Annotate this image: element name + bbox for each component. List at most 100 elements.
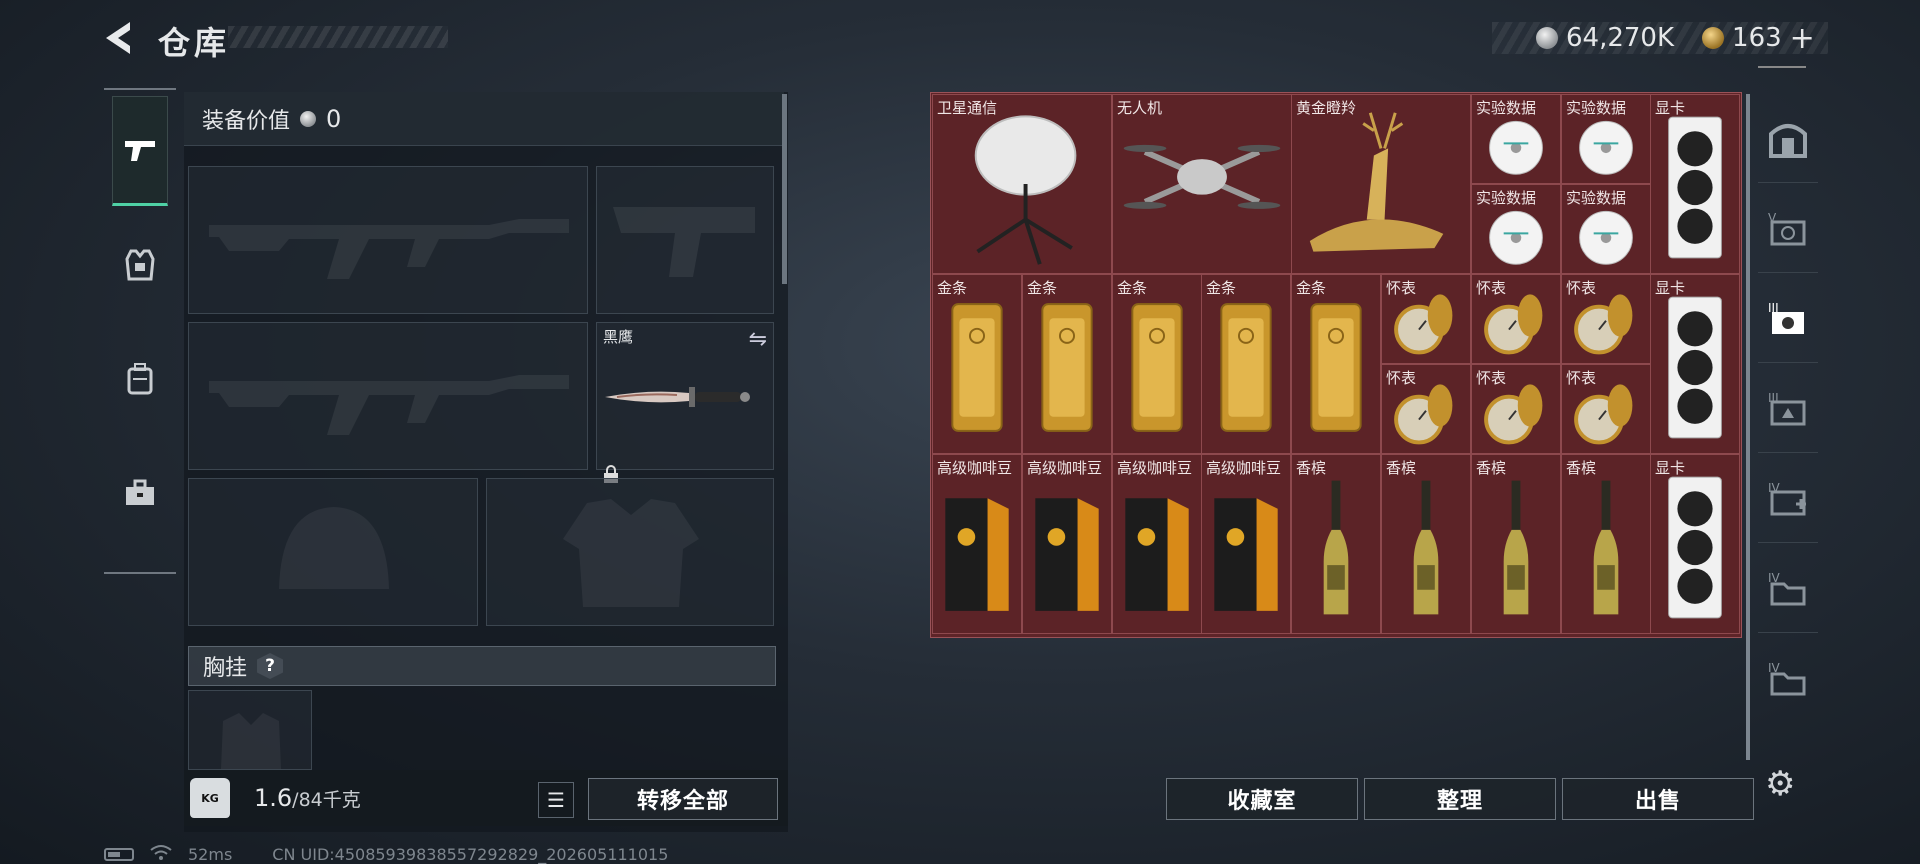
storage-item-champagne[interactable]: 香槟 [1561,454,1651,634]
champagne-icon [1503,480,1529,615]
storage-item-watch[interactable]: 怀表 [1561,274,1651,364]
item-label: 怀表 [1566,279,1597,297]
add-currency-button[interactable]: + [1790,21,1815,56]
toolbox-tab[interactable] [112,438,168,548]
melee-slot[interactable]: 黑鹰 ⇋ [596,322,774,483]
item-label: 金条 [1296,279,1327,297]
chest-rig-slot[interactable] [188,690,312,770]
storage-item-goldbar[interactable]: 金条 [932,274,1022,454]
silver-amount: 64,270K [1566,23,1675,53]
storage-item-satellite[interactable]: 卫星通信 [932,94,1112,274]
item-label: 香槟 [1566,459,1597,477]
storage-item-gazelle[interactable]: 黄金瞪羚 [1291,94,1471,274]
storage-scrollbar[interactable] [1746,94,1750,760]
storage-tab-rail: V III III IV IV IV [1758,92,1818,768]
helmet-silhouette-icon [279,507,389,589]
storage-item-disc[interactable]: 实验数据 [1561,94,1651,184]
storage-item-goldbar[interactable]: 金条 [1112,274,1202,454]
item-label: 黄金瞪羚 [1296,99,1357,117]
item-label: 高级咖啡豆 [937,459,1013,477]
help-icon[interactable]: ? [257,653,284,679]
storage-box-icon: III [1768,391,1806,426]
storage-item-disc[interactable]: 实验数据 [1471,184,1561,274]
storage-item-champagne[interactable]: 香槟 [1291,454,1381,634]
pistol-icon [125,141,155,161]
storage-item-disc[interactable]: 实验数据 [1561,184,1651,274]
storage-item-drone[interactable]: 无人机 [1112,94,1292,274]
drone-icon [1123,144,1281,209]
silver-coin-icon [300,110,317,127]
storage-item-coffee[interactable]: 高级咖啡豆 [1022,454,1112,634]
storage-tab-3[interactable]: III [1758,364,1818,453]
storage-item-champagne[interactable]: 香槟 [1381,454,1471,634]
storage-tab-5[interactable]: IV [1758,544,1818,633]
pistol-slot[interactable] [596,166,774,314]
safe-box-tab[interactable] [1758,94,1818,183]
storage-tab-4[interactable]: IV [1758,454,1818,543]
item-label: 怀表 [1386,369,1417,387]
back-arrow-icon[interactable] [100,18,140,58]
item-label: 实验数据 [1476,189,1537,207]
folder-icon: IV [1768,661,1806,696]
storage-item-champagne[interactable]: 香槟 [1471,454,1561,634]
equipment-category-rail [104,88,176,574]
storage-item-goldbar[interactable]: 金条 [1201,274,1291,454]
storage-item-coffee[interactable]: 高级咖啡豆 [1112,454,1202,634]
storage-item-disc[interactable]: 实验数据 [1471,94,1561,184]
armor-tab[interactable] [112,210,168,320]
body-armor-slot[interactable] [486,478,774,626]
storage-item-gpu[interactable]: 显卡 [1650,274,1740,454]
storage-item-goldbar[interactable]: 金条 [1291,274,1381,454]
sell-button[interactable]: 出售 [1562,778,1754,820]
collection-room-button[interactable]: 收藏室 [1166,778,1358,820]
weight-current: 1.6 [254,784,293,812]
coffee-icon [1125,498,1189,611]
rifle-silhouette-icon [209,219,569,279]
item-label: 高级咖啡豆 [1117,459,1193,477]
storage-tab-6[interactable]: IV [1758,634,1818,722]
storage-box-icon: V [1768,211,1806,246]
gpu-icon [1668,116,1722,259]
storage-item-watch[interactable]: 怀表 [1471,274,1561,364]
storage-tab-1[interactable]: V [1758,184,1818,273]
organize-button[interactable]: 整理 [1364,778,1556,820]
storage-item-coffee[interactable]: 高级咖啡豆 [1201,454,1291,634]
item-label: 香槟 [1476,459,1507,477]
item-label: 金条 [1117,279,1148,297]
storage-item-coffee[interactable]: 高级咖啡豆 [932,454,1022,634]
storage-item-watch[interactable]: 怀表 [1561,364,1651,454]
storage-item-gpu[interactable]: 显卡 [1650,94,1740,274]
list-view-icon[interactable]: ☰ [538,782,574,818]
page-title: 仓库 [158,24,231,62]
backpack-tab[interactable] [112,324,168,434]
item-label: 怀表 [1476,369,1507,387]
storage-tab-2[interactable]: III [1758,274,1818,363]
knife-icon [605,387,750,407]
goldbar-icon [1041,303,1093,432]
wifi-icon [150,844,172,864]
champagne-icon [1323,480,1349,615]
helmet-slot[interactable] [188,478,478,626]
equipment-scrollbar[interactable] [782,94,787,284]
storage-item-watch[interactable]: 怀表 [1381,364,1471,454]
item-label: 高级咖啡豆 [1206,459,1282,477]
goldbar-icon [1131,303,1183,432]
weapon-tab[interactable] [112,96,168,206]
item-label: 实验数据 [1476,99,1537,117]
storage-item-watch[interactable]: 怀表 [1381,274,1471,364]
primary-weapon-slot[interactable] [188,166,588,314]
menu-dash-icon[interactable] [1758,66,1806,68]
settings-gear-icon[interactable]: ⚙ [1765,764,1795,804]
item-label: 高级咖啡豆 [1027,459,1103,477]
item-label: 实验数据 [1566,99,1627,117]
storage-item-watch[interactable]: 怀表 [1471,364,1561,454]
weight-max: /84千克 [292,789,361,811]
storage-item-goldbar[interactable]: 金条 [1022,274,1112,454]
secondary-weapon-slot[interactable] [188,322,588,470]
storage-item-gpu[interactable]: 显卡 [1650,454,1740,634]
armor-silhouette-icon [563,499,699,607]
folder-icon: IV [1768,571,1806,606]
item-label: 怀表 [1386,279,1417,297]
equipment-value: 0 [326,104,342,133]
transfer-all-button[interactable]: 转移全部 [588,778,778,820]
